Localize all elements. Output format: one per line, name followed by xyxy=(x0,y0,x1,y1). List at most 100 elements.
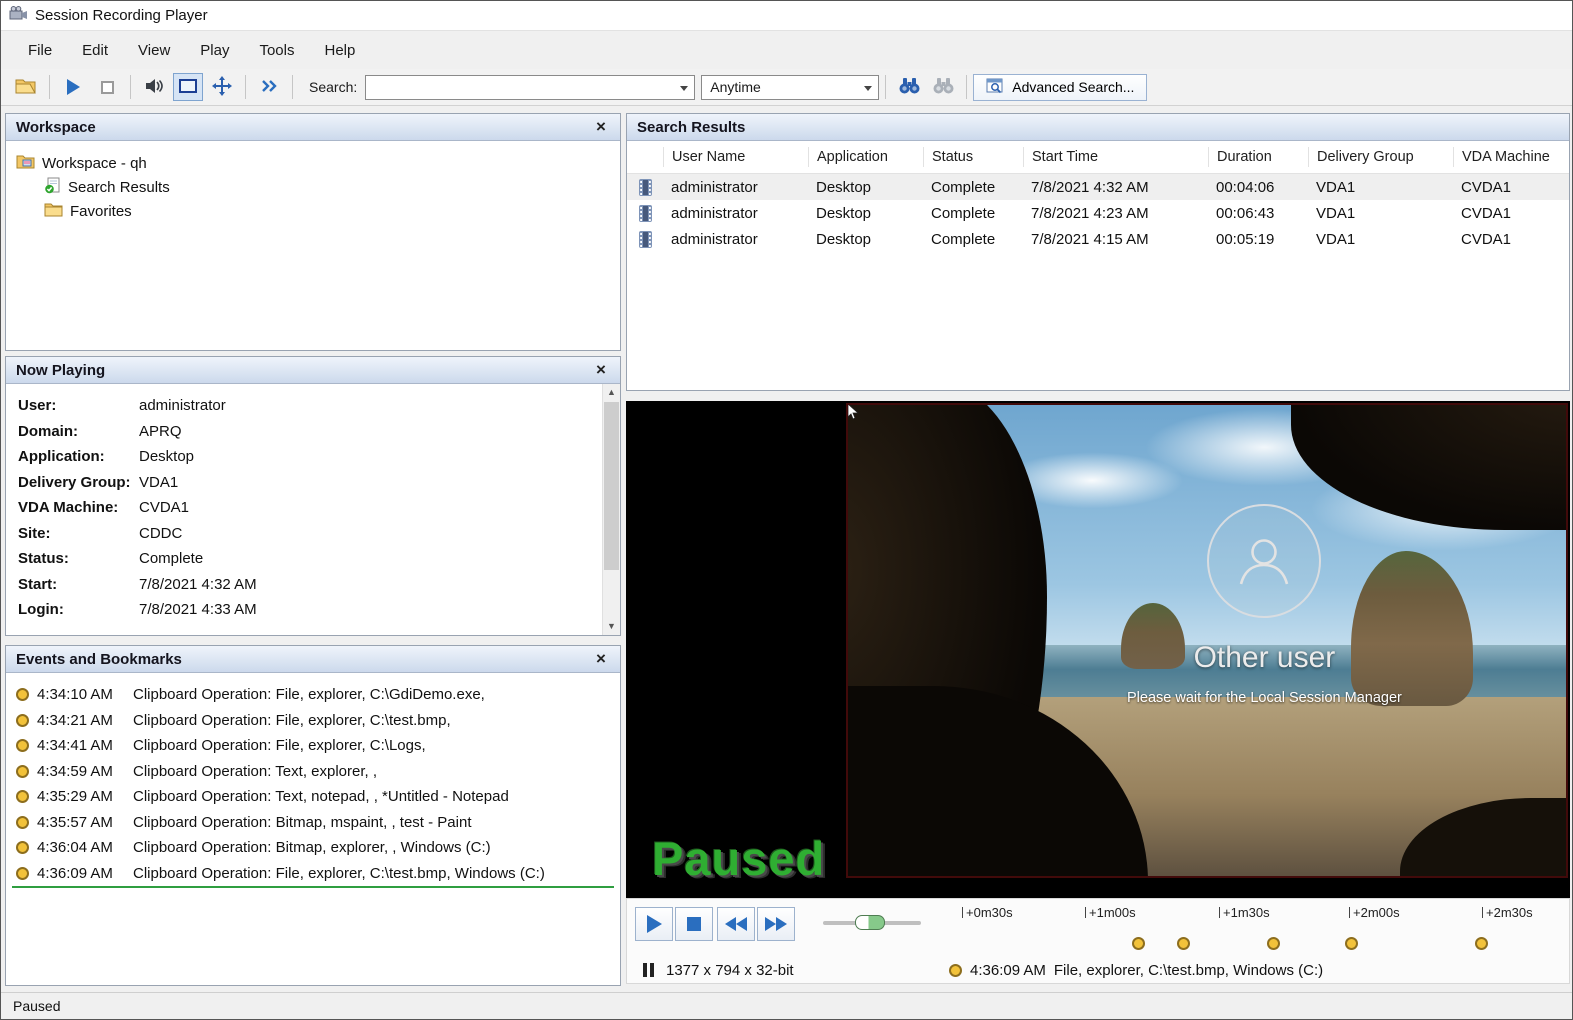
player-fast-forward-button[interactable] xyxy=(757,907,795,941)
pause-indicator-icon xyxy=(643,963,654,977)
chevron-down-icon[interactable] xyxy=(864,86,872,91)
event-item[interactable]: 4:36:04 AMClipboard Operation: Bitmap, e… xyxy=(6,835,620,861)
event-item[interactable]: 4:34:41 AMClipboard Operation: File, exp… xyxy=(6,733,620,759)
field-label: Site: xyxy=(6,525,139,542)
column-header[interactable]: User Name xyxy=(663,147,808,167)
event-dot-icon xyxy=(16,739,29,752)
menu-help[interactable]: Help xyxy=(310,35,371,66)
player-play-button[interactable] xyxy=(635,907,673,941)
stop-icon xyxy=(687,917,701,931)
time-filter-combobox[interactable]: Anytime xyxy=(701,75,879,100)
menu-view[interactable]: View xyxy=(123,35,185,66)
scene-cave-rock xyxy=(1291,403,1568,530)
menu-edit[interactable]: Edit xyxy=(67,35,123,66)
event-item[interactable]: 4:35:57 AMClipboard Operation: Bitmap, m… xyxy=(6,810,620,836)
event-item[interactable]: 4:34:59 AMClipboard Operation: Text, exp… xyxy=(6,759,620,785)
slider-thumb[interactable] xyxy=(855,915,885,930)
advanced-search-button[interactable]: Advanced Search... xyxy=(973,74,1147,101)
scroll-down-icon[interactable]: ▼ xyxy=(603,618,620,635)
scene-rock-island xyxy=(1351,551,1473,706)
events-panel-header: Events and Bookmarks × xyxy=(6,646,620,673)
tree-item-favorites[interactable]: Favorites xyxy=(16,199,620,223)
more-tools-button[interactable] xyxy=(254,73,284,101)
cell-duration: 00:06:43 xyxy=(1208,205,1308,222)
stop-button[interactable] xyxy=(92,73,122,101)
table-row[interactable]: administrator Desktop Complete 7/8/2021 … xyxy=(627,226,1569,252)
cell-start-time: 7/8/2021 4:15 AM xyxy=(1023,231,1208,248)
field-label: Start: xyxy=(6,576,139,593)
now-playing-body: User:administrator Domain:APRQ Applicati… xyxy=(6,384,620,635)
now-playing-panel-title: Now Playing xyxy=(16,362,105,379)
now-playing-scrollbar[interactable]: ▲ ▼ xyxy=(602,384,620,635)
timeline-tick[interactable]: +2m00s xyxy=(1349,905,1400,920)
open-button[interactable] xyxy=(11,73,41,101)
tree-item-search-results[interactable]: Search Results xyxy=(16,175,620,199)
column-header[interactable]: Start Time xyxy=(1023,147,1208,167)
timeline-event-dot[interactable] xyxy=(1345,937,1358,950)
column-header[interactable]: Status xyxy=(923,147,1023,167)
events-list: 4:34:10 AM Clipboard Operation: File, exp… xyxy=(6,673,620,985)
close-icon[interactable]: × xyxy=(592,361,610,379)
timeline-tick[interactable]: +1m00s xyxy=(1085,905,1136,920)
chevron-down-icon[interactable] xyxy=(680,86,688,91)
column-header[interactable]: Duration xyxy=(1208,147,1308,167)
close-icon[interactable]: × xyxy=(592,650,610,668)
column-header[interactable]: VDA Machine xyxy=(1453,147,1569,167)
search-results-table: User Name Application Status Start Time … xyxy=(627,141,1569,390)
event-dot-icon xyxy=(16,714,29,727)
now-playing-row: Delivery Group:VDA1 xyxy=(6,470,620,496)
time-filter-value: Anytime xyxy=(710,79,761,95)
table-header-row: User Name Application Status Start Time … xyxy=(627,141,1569,174)
timeline-tick[interactable]: +2m30s xyxy=(1482,905,1533,920)
toolbar-separator xyxy=(885,75,886,99)
column-header[interactable]: Delivery Group xyxy=(1308,147,1453,167)
menu-play[interactable]: Play xyxy=(185,35,244,66)
search-input[interactable] xyxy=(374,79,672,95)
fit-screen-icon xyxy=(179,79,197,96)
close-icon[interactable]: × xyxy=(592,118,610,136)
event-text: Clipboard Operation: File, explorer, C:\… xyxy=(133,737,426,754)
speed-slider[interactable] xyxy=(823,921,921,925)
search-combobox[interactable] xyxy=(365,75,695,100)
play-button[interactable] xyxy=(58,73,88,101)
event-time: 4:36:04 AM xyxy=(37,839,125,856)
scrollbar-thumb[interactable] xyxy=(604,402,619,570)
event-time: 4:34:59 AM xyxy=(37,763,125,780)
field-label: Delivery Group: xyxy=(6,474,139,491)
event-item[interactable]: 4:34:21 AMClipboard Operation: File, exp… xyxy=(6,708,620,734)
find-button[interactable] xyxy=(894,73,924,101)
timeline-event-dot[interactable] xyxy=(1177,937,1190,950)
current-event: 4:36:09 AM File, explorer, C:\test.bmp, … xyxy=(949,962,1323,979)
window-title: Session Recording Player xyxy=(35,7,208,24)
find-next-button[interactable] xyxy=(928,73,958,101)
timeline-event-dot[interactable] xyxy=(1132,937,1145,950)
menu-tools[interactable]: Tools xyxy=(244,35,309,66)
event-time: 4:34:10 AM xyxy=(37,686,125,703)
pan-button[interactable] xyxy=(207,73,237,101)
now-playing-panel: Now Playing × User:administrator Domain:… xyxy=(5,356,621,636)
table-row[interactable]: administrator Desktop Complete 7/8/2021 … xyxy=(627,200,1569,226)
tree-item-label: Favorites xyxy=(70,203,132,220)
event-item[interactable]: 4:34:10 AMClipboard Operation: File, exp… xyxy=(6,682,620,708)
player-rewind-button[interactable] xyxy=(717,907,755,941)
player-stop-button[interactable] xyxy=(675,907,713,941)
event-item-active[interactable]: 4:36:09 AMClipboard Operation: File, exp… xyxy=(6,861,620,887)
toolbar-separator xyxy=(49,75,50,99)
tree-item-workspace-root[interactable]: Workspace - qh xyxy=(16,151,620,175)
timeline-tick[interactable]: +0m30s xyxy=(962,905,1013,920)
cell-user: administrator xyxy=(663,231,808,248)
toolbar-separator xyxy=(966,75,967,99)
timeline-event-dot[interactable] xyxy=(1475,937,1488,950)
menu-file[interactable]: File xyxy=(13,35,67,66)
current-event-text: File, explorer, C:\test.bmp, Windows (C:… xyxy=(1054,962,1323,979)
event-dot-icon xyxy=(16,688,29,701)
column-header[interactable]: Application xyxy=(808,147,923,167)
audio-button[interactable] xyxy=(139,73,169,101)
timeline-event-dot[interactable] xyxy=(1267,937,1280,950)
table-row[interactable]: administrator Desktop Complete 7/8/2021 … xyxy=(627,174,1569,200)
fit-screen-button[interactable] xyxy=(173,73,203,101)
event-item[interactable]: 4:35:29 AMClipboard Operation: Text, not… xyxy=(6,784,620,810)
now-playing-row: Domain:APRQ xyxy=(6,419,620,445)
scroll-up-icon[interactable]: ▲ xyxy=(603,384,620,401)
timeline-tick[interactable]: +1m30s xyxy=(1219,905,1270,920)
